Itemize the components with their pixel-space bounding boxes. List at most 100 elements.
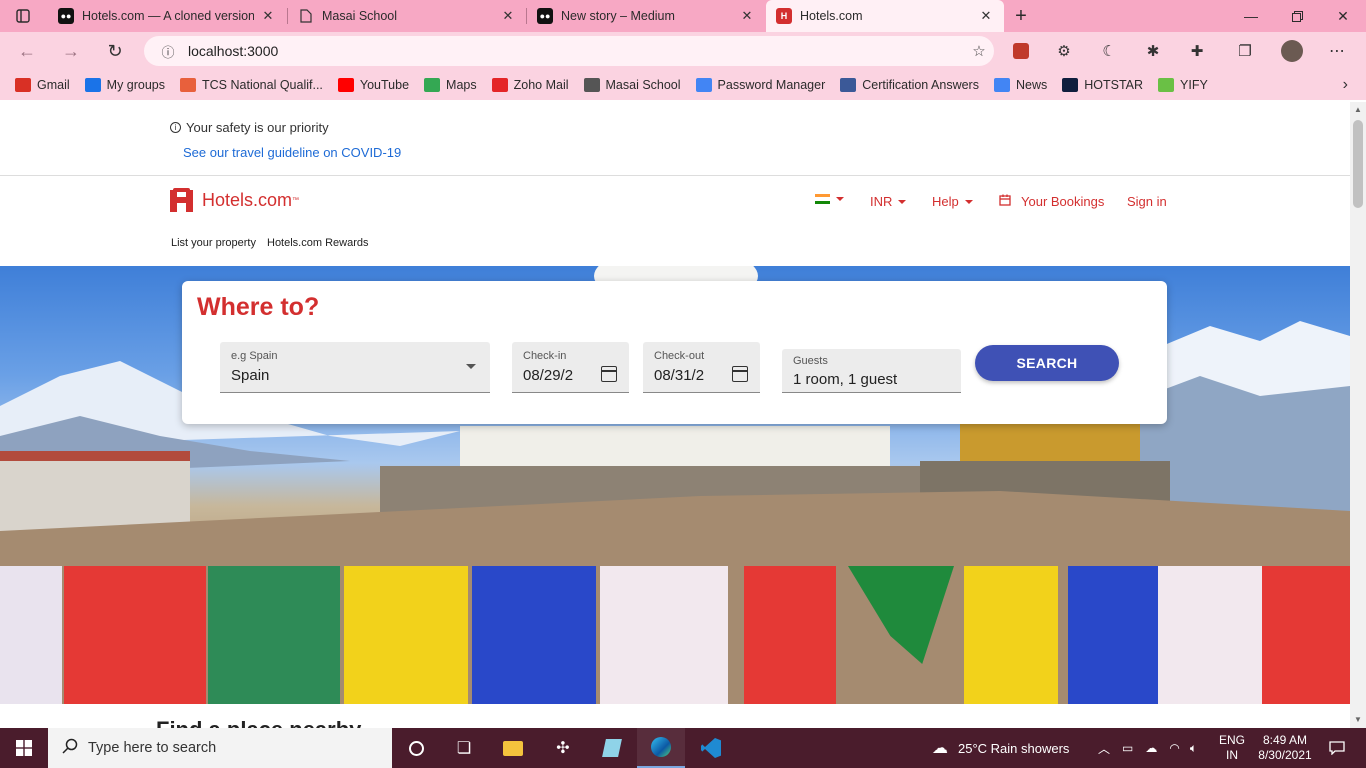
bookmark-item[interactable]: Zoho Mail (491, 78, 569, 92)
bookmark-item[interactable]: News (993, 78, 1047, 92)
bookmark-item[interactable]: Maps (424, 78, 477, 92)
site-info-icon[interactable]: ⓘ (152, 42, 184, 61)
edge-browser-icon[interactable] (637, 728, 685, 768)
destination-value[interactable]: Spain (231, 367, 269, 384)
search-button[interactable]: SEARCH (975, 345, 1119, 381)
tab-actions-icon[interactable] (0, 0, 46, 32)
chevron-up-icon[interactable]: ︿ (1098, 740, 1110, 757)
checkin-value[interactable]: 08/29/2 (523, 367, 587, 384)
bookmark-item[interactable]: Certification Answers (840, 78, 979, 92)
calendar-icon[interactable] (732, 366, 748, 382)
currency-label: INR (870, 194, 893, 209)
notifications-icon[interactable] (1322, 728, 1352, 768)
volume-icon[interactable]: 🔈︎ (1190, 741, 1197, 756)
page-icon (298, 8, 314, 24)
currency-selector[interactable]: INR (870, 194, 907, 209)
wifi-icon[interactable]: ◠ (1169, 741, 1179, 755)
minimize-icon[interactable]: — (1228, 0, 1274, 32)
robot-extension-icon[interactable]: ⚙ (1051, 38, 1077, 64)
battery-icon[interactable]: ▭ (1122, 741, 1133, 755)
chevron-down-icon (898, 199, 907, 204)
help-menu[interactable]: Help (932, 194, 973, 209)
dark-mode-icon[interactable]: ☾ (1096, 38, 1122, 64)
chevron-right-icon[interactable]: › (1343, 76, 1348, 94)
prayer-flag (1068, 566, 1162, 704)
clock[interactable]: 8:49 AM 8/30/2021 (1254, 728, 1316, 768)
destination-field[interactable]: e.g Spain Spain (220, 342, 490, 393)
calendar-icon[interactable] (601, 366, 617, 382)
bookmark-item[interactable]: TCS National Qualif... (180, 78, 323, 92)
bookmark-item[interactable]: Password Manager (695, 78, 825, 92)
window-close-icon[interactable]: ✕ (1320, 0, 1366, 32)
your-bookings-link[interactable]: Your Bookings (999, 194, 1104, 209)
search-card: Where to? e.g Spain Spain Check-in 08/29… (182, 281, 1167, 424)
close-icon[interactable]: ✕ (739, 8, 755, 24)
windows-start-icon[interactable] (0, 728, 48, 768)
covid-guideline-link[interactable]: See our travel guideline on COVID-19 (183, 145, 401, 160)
bookmark-item[interactable]: HOTSTAR (1062, 78, 1143, 92)
favorite-star-icon[interactable]: ☆ (964, 42, 994, 60)
site-logo[interactable]: Hotels.com ™ (170, 188, 299, 212)
youtube-icon (337, 78, 354, 92)
list-property-link[interactable]: List your property (171, 237, 256, 249)
page-scrollbar[interactable]: ▲ ▼ (1350, 102, 1366, 728)
guests-value[interactable]: 1 room, 1 guest (793, 371, 897, 388)
checkout-value[interactable]: 08/31/2 (654, 367, 718, 384)
sign-in-link[interactable]: Sign in (1127, 194, 1167, 209)
checkin-field[interactable]: Check-in 08/29/2 (512, 342, 629, 393)
scroll-up-icon[interactable]: ▲ (1350, 102, 1366, 118)
cortana-icon[interactable] (392, 728, 440, 768)
refresh-icon[interactable]: ↻ (100, 36, 130, 66)
scroll-down-icon[interactable]: ▼ (1350, 712, 1366, 728)
restore-icon[interactable] (1274, 0, 1320, 32)
tcs-icon (180, 78, 197, 92)
close-icon[interactable]: ✕ (260, 8, 276, 24)
prayer-flag (964, 566, 1058, 704)
bookmark-item[interactable]: Gmail (15, 78, 70, 92)
back-icon[interactable]: ← (12, 36, 42, 66)
language-selector[interactable] (815, 194, 844, 204)
news-icon (993, 78, 1010, 92)
notes-app-icon[interactable] (588, 728, 636, 768)
dropdown-arrow-icon[interactable] (466, 364, 476, 369)
bookmark-item[interactable]: Masai School (583, 78, 681, 92)
extensions-puzzle-icon[interactable]: ✚ (1184, 38, 1210, 64)
weather-widget[interactable]: ☁ 25°C Rain showers (932, 728, 1069, 768)
slack-icon[interactable]: ✣ (539, 728, 587, 768)
address-bar[interactable]: ⓘ localhost:3000 ☆ (144, 36, 994, 66)
checkout-label: Check-out (654, 350, 705, 362)
tab-hotels-active[interactable]: H Hotels.com ✕ (766, 0, 1004, 32)
taskbar-search-box[interactable]: Type here to search (48, 728, 392, 768)
extension-icon[interactable] (1008, 38, 1034, 64)
language-indicator[interactable]: ENG IN (1219, 728, 1245, 768)
guests-field[interactable]: Guests 1 room, 1 guest (782, 349, 961, 393)
rewards-link[interactable]: Hotels.com Rewards (267, 237, 368, 249)
profile-avatar[interactable] (1279, 38, 1305, 64)
tab-medium-new-story[interactable]: ●● New story – Medium ✕ (527, 0, 765, 32)
vscode-icon[interactable] (687, 728, 735, 768)
new-tab-button[interactable]: + (998, 0, 1044, 32)
scroll-thumb[interactable] (1353, 120, 1363, 208)
file-explorer-icon[interactable] (489, 728, 537, 768)
rain-cloud-icon: ☁ (932, 740, 948, 757)
safety-text: Your safety is our priority (186, 120, 329, 135)
tab-masai-school[interactable]: Masai School ✕ (288, 0, 526, 32)
bookmark-item[interactable]: YouTube (337, 78, 409, 92)
bookmark-item[interactable]: YIFY (1158, 78, 1208, 92)
checkout-field[interactable]: Check-out 08/31/2 (643, 342, 760, 393)
more-menu-icon[interactable]: ⋯ (1324, 38, 1350, 64)
tab-title: New story – Medium (561, 9, 675, 23)
zoho-icon (491, 78, 508, 92)
tab-hotels-clone[interactable]: ●● Hotels.com — A cloned version... ✕ (48, 0, 286, 32)
task-view-icon[interactable]: ❏ (440, 728, 488, 768)
close-icon[interactable]: ✕ (978, 8, 994, 24)
url-text[interactable]: localhost:3000 (188, 43, 964, 59)
onedrive-cloud-icon[interactable]: ☁ (1145, 741, 1157, 755)
collections-icon[interactable]: ❐ (1232, 38, 1258, 64)
bookmark-label: Maps (446, 78, 477, 92)
bookmark-item[interactable]: My groups (84, 78, 165, 92)
forward-icon[interactable]: → (56, 36, 86, 66)
close-icon[interactable]: ✕ (500, 8, 516, 24)
brand-name: Hotels.com (202, 189, 293, 210)
bug-extension-icon[interactable]: ✱ (1140, 38, 1166, 64)
